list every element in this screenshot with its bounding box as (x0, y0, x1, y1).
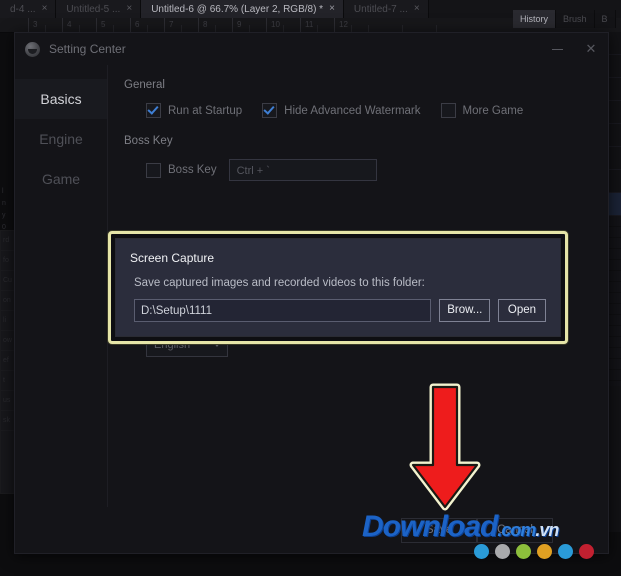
checkbox-boss-key[interactable]: Boss Key (146, 162, 217, 178)
capture-path-row: D:\Setup\1111 Brow... Open (134, 299, 546, 322)
ruler-minor-tick (147, 25, 148, 32)
checkbox-icon[interactable] (146, 162, 161, 178)
ruler-minor-tick (283, 25, 284, 32)
color-swatch[interactable] (495, 544, 510, 559)
checkbox-icon[interactable] (262, 103, 278, 118)
checkbox-hide-advanced-watermark[interactable]: Hide Advanced Watermark (262, 103, 421, 118)
capture-folder-input[interactable]: D:\Setup\1111 (134, 299, 432, 322)
ruler-minor-tick (79, 25, 80, 32)
ruler-minor-tick (402, 25, 403, 32)
swatch-row[interactable] (474, 544, 594, 559)
dialog-sidebar: Basics Engine Game (15, 65, 108, 507)
document-tab-label: Untitled-5 ... (66, 3, 121, 15)
document-tab[interactable]: d-4 ... × (0, 0, 57, 18)
document-tab-label: d-4 ... (10, 3, 36, 15)
ruler-minor-tick (113, 25, 114, 32)
ruler-mark: 9 (232, 18, 241, 32)
ruler-minor-tick (351, 25, 352, 32)
palette-tab-b[interactable]: B (594, 10, 616, 28)
close-icon[interactable]: × (42, 4, 48, 14)
ruler-minor-tick (317, 25, 318, 32)
checkbox-label: Hide Advanced Watermark (284, 104, 421, 117)
checkbox-icon[interactable] (440, 103, 456, 118)
ruler-mark: 3 (28, 18, 37, 32)
ruler-minor-tick (45, 25, 46, 32)
palette-tab-label: B (601, 14, 608, 24)
save-button[interactable]: Save (401, 517, 477, 543)
screen-capture-description: Save captured images and recorded videos… (134, 277, 425, 289)
checkbox-label: Run at Startup (168, 104, 243, 117)
color-swatch[interactable] (537, 544, 552, 559)
ruler-minor-tick (436, 25, 437, 32)
checkbox-icon[interactable] (146, 103, 161, 118)
sidebar-item-label: Engine (39, 131, 83, 147)
screen-capture-section: Screen Capture Save captured images and … (115, 238, 561, 337)
screen-capture-title: Screen Capture (130, 251, 215, 265)
sidebar-item-game[interactable]: Game (15, 159, 107, 199)
document-tab[interactable]: Untitled-7 ... × (343, 0, 429, 18)
close-icon[interactable]: × (329, 4, 335, 14)
minimize-icon (551, 48, 563, 50)
palette-tab-bar: History Brush B (513, 10, 616, 28)
checkbox-label: Boss Key (168, 164, 217, 176)
general-section: General Run at Startup Hide Advanced Wat… (124, 79, 608, 118)
minimize-button[interactable] (540, 33, 574, 65)
close-icon[interactable]: × (126, 4, 132, 14)
ruler-mark: 6 (130, 18, 139, 32)
color-swatch[interactable] (558, 544, 573, 559)
boss-key-row: Boss Key Ctrl + ` (124, 159, 608, 181)
color-swatch[interactable] (474, 544, 489, 559)
dialog-title-bar[interactable]: Setting Center ✕ (15, 33, 608, 65)
boss-key-shortcut-input[interactable]: Ctrl + ` (228, 159, 377, 181)
dialog-body: Basics Engine Game General Run at Startu… (15, 65, 608, 507)
general-checkbox-row: Run at Startup Hide Advanced Watermark M… (124, 103, 608, 118)
document-tab[interactable]: Untitled-5 ... × (56, 0, 142, 18)
sidebar-item-basics[interactable]: Basics (15, 79, 107, 119)
app-logo-icon (25, 41, 40, 57)
palette-tab-label: History (520, 14, 549, 24)
boss-key-section: Boss Key Boss Key Ctrl + ` (124, 135, 608, 181)
browse-button[interactable]: Brow... (439, 299, 490, 322)
screen-capture-highlight-box: Screen Capture Save captured images and … (108, 231, 568, 344)
close-button[interactable]: ✕ (574, 33, 608, 65)
ruler-mark: 5 (96, 18, 105, 32)
ruler-minor-tick (368, 25, 369, 32)
palette-tab-history[interactable]: History (513, 10, 557, 28)
sidebar-item-label: Basics (40, 91, 82, 107)
checkbox-label: More Game (462, 104, 524, 117)
dialog-content: General Run at Startup Hide Advanced Wat… (108, 65, 608, 507)
sidebar-item-label: Game (41, 171, 81, 187)
cancel-button[interactable]: Cancel (477, 517, 553, 543)
checkbox-run-at-startup[interactable]: Run at Startup (146, 103, 242, 118)
document-tab-label: Untitled-6 @ 66.7% (Layer 2, RGB/8) * (151, 3, 324, 15)
dialog-title: Setting Center (49, 42, 126, 56)
boss-key-section-title: Boss Key (124, 135, 173, 147)
ruler-mark: 12 (334, 18, 348, 32)
checkbox-more-game[interactable]: More Game (440, 103, 524, 118)
ruler-mark: 4 (62, 18, 71, 32)
ruler-minor-tick (181, 25, 182, 32)
ruler-mark: 8 (198, 18, 207, 32)
close-icon[interactable]: × (414, 4, 420, 14)
close-icon: ✕ (585, 41, 597, 56)
color-swatch[interactable] (579, 544, 594, 559)
sidebar-item-engine[interactable]: Engine (15, 119, 107, 159)
document-tab-active[interactable]: Untitled-6 @ 66.7% (Layer 2, RGB/8) * × (141, 0, 344, 18)
color-swatch[interactable] (516, 544, 531, 559)
open-folder-button[interactable]: Open (498, 299, 546, 322)
ruler-minor-tick (249, 25, 250, 32)
ruler-mark: 7 (164, 18, 173, 32)
ruler-minor-tick (215, 25, 216, 32)
ruler-mark: 11 (300, 18, 313, 32)
general-section-title: General (124, 79, 165, 91)
palette-tab-label: Brush (563, 14, 587, 24)
document-tab-label: Untitled-7 ... (353, 3, 408, 15)
ruler-mark: 10 (266, 18, 280, 32)
palette-tab-brush[interactable]: Brush (556, 10, 595, 28)
setting-center-dialog: Setting Center ✕ Basics Engine Game Gene… (14, 32, 609, 554)
